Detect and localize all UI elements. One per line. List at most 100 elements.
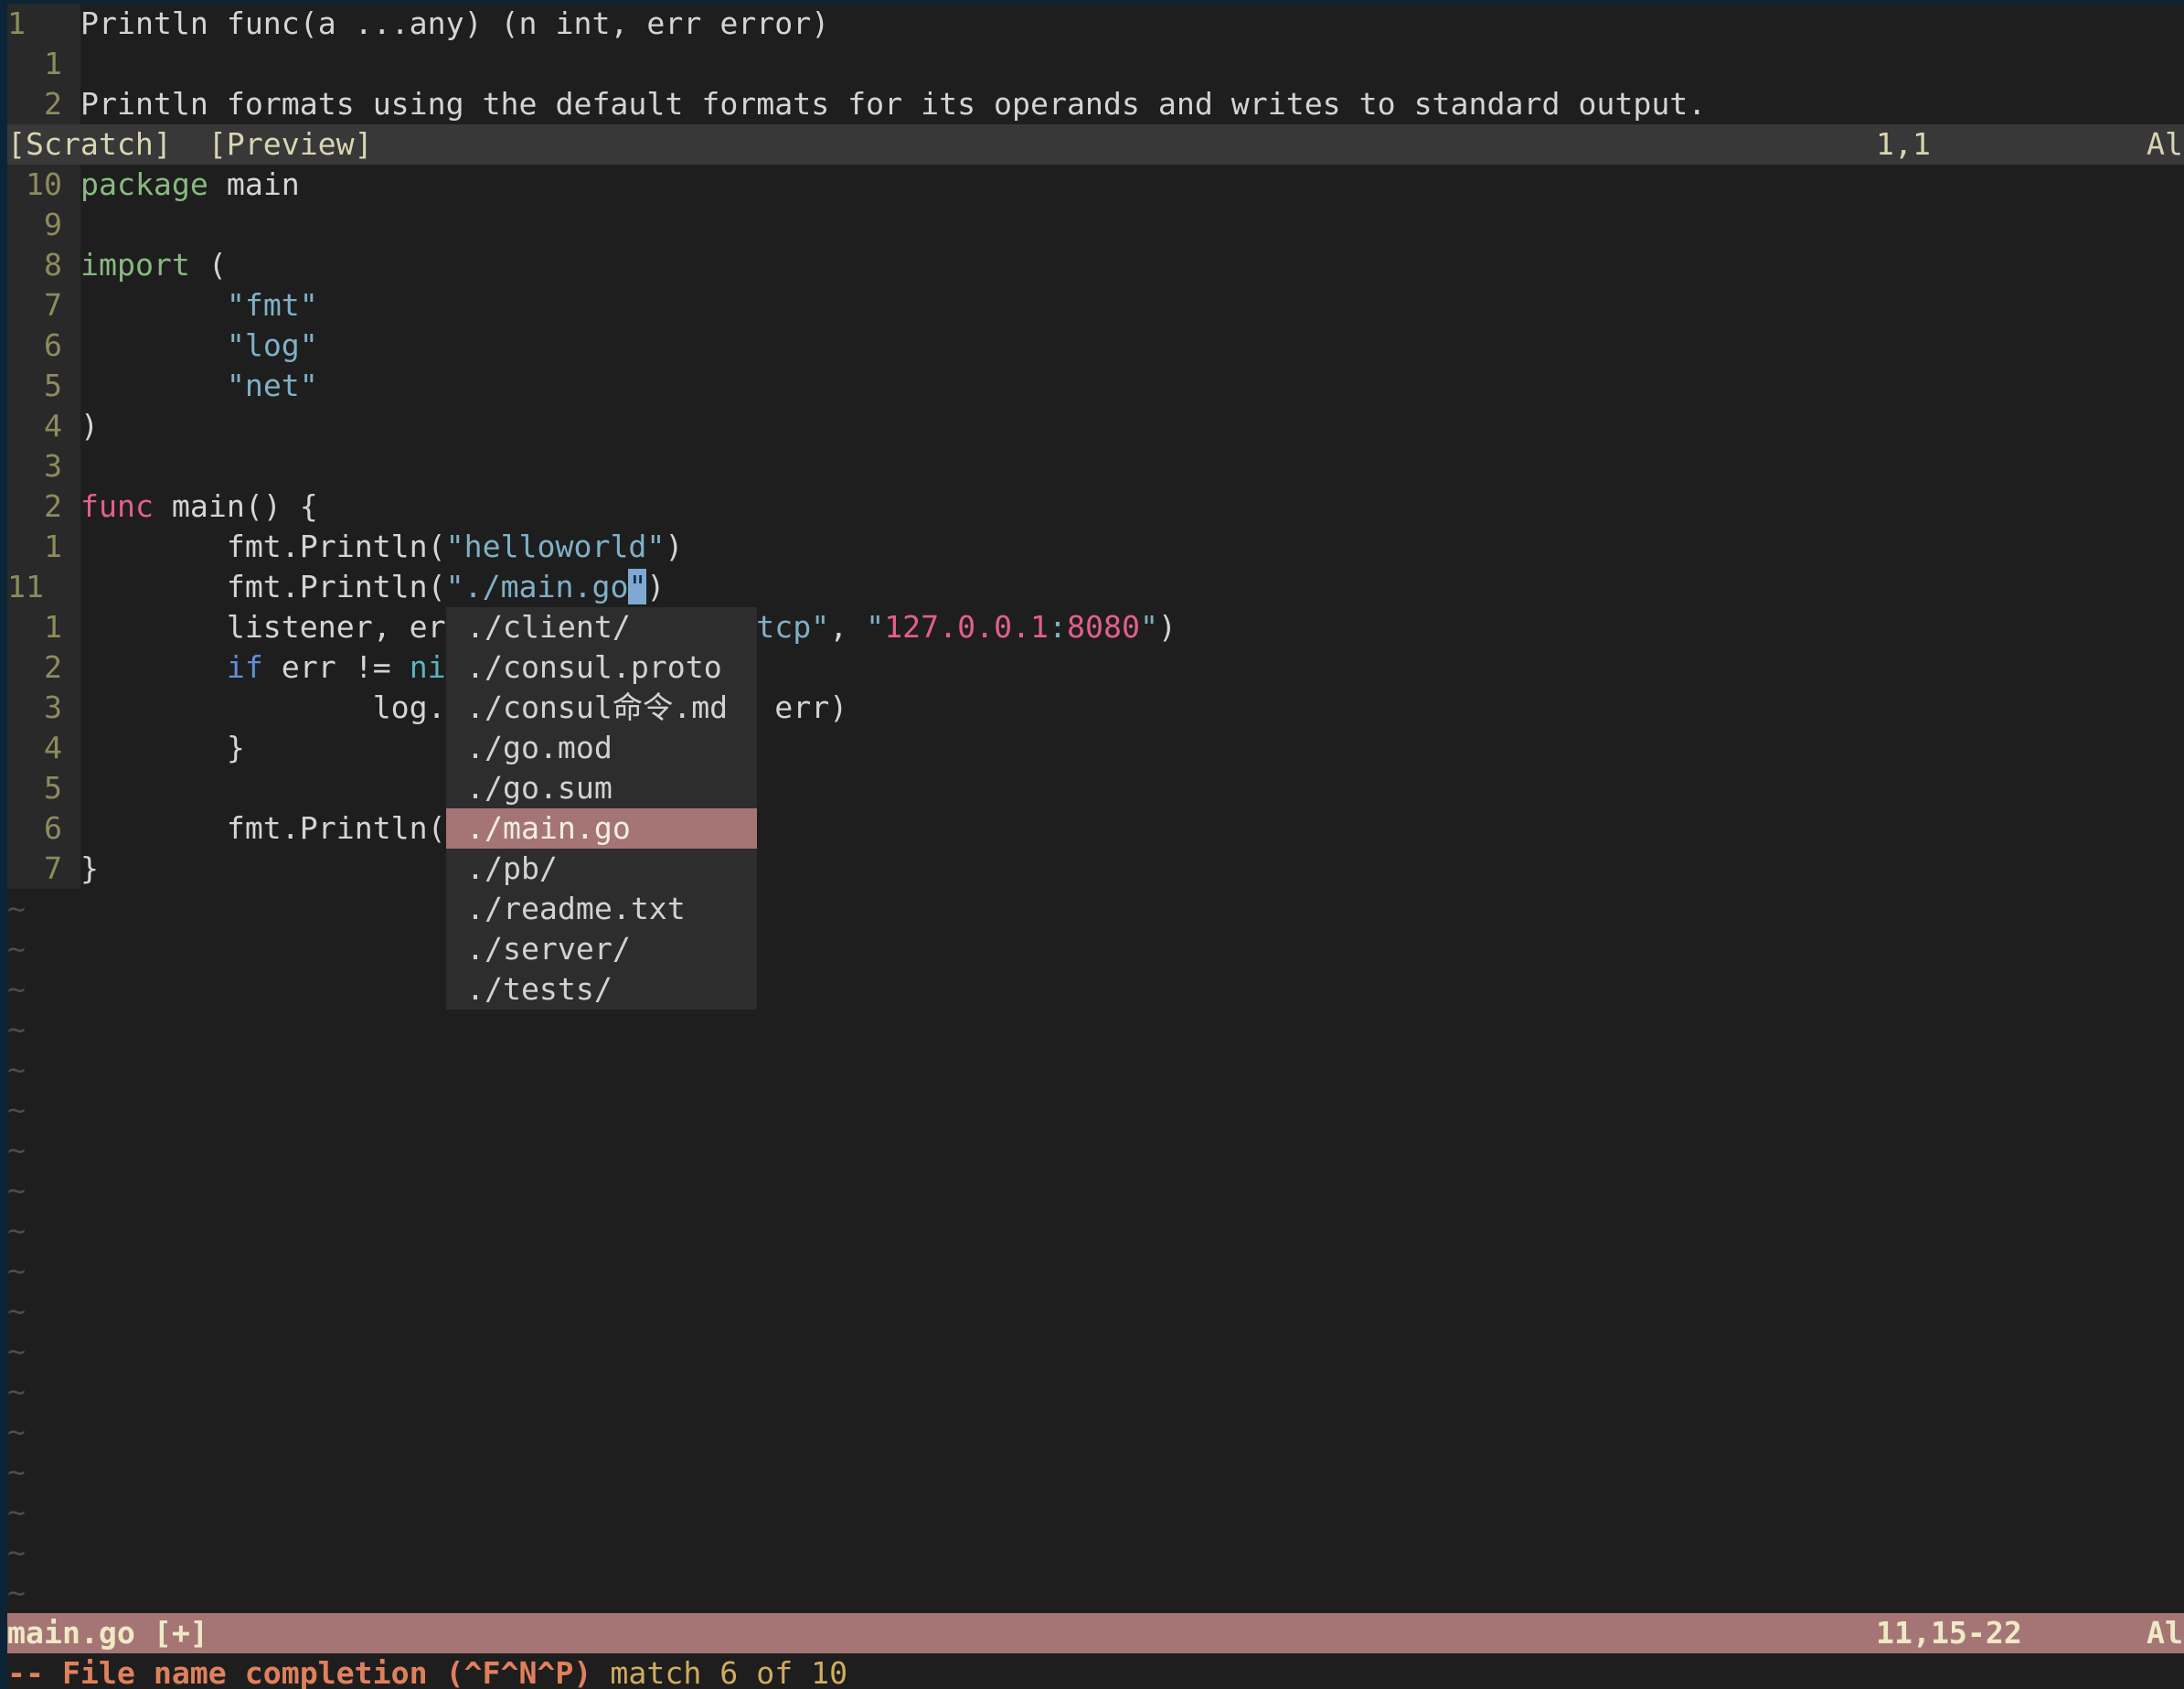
line-number: 9 bbox=[7, 205, 80, 245]
code-segment: Println func(a ...any) (n int, err error… bbox=[80, 5, 829, 41]
code-line[interactable]: 11 fmt.Println("./main.go") bbox=[7, 567, 2184, 607]
tilde-marker: ~ bbox=[7, 1213, 26, 1248]
tilde-marker: ~ bbox=[7, 931, 26, 967]
completion-item[interactable]: ./readme.txt bbox=[446, 889, 757, 929]
code-segment: 8080 bbox=[1067, 609, 1140, 645]
line-number: 5 bbox=[7, 768, 80, 808]
empty-line-tilde: ~ bbox=[7, 1010, 2184, 1050]
line-number: 4 bbox=[7, 728, 80, 768]
code-line[interactable]: 7 "fmt" bbox=[7, 285, 2184, 326]
code-segment: Println formats using the default format… bbox=[80, 86, 1706, 122]
code-segment: "log" bbox=[227, 327, 318, 363]
tilde-marker: ~ bbox=[7, 1454, 26, 1490]
line-number: 2 bbox=[7, 486, 80, 527]
code-line[interactable]: 9 bbox=[7, 205, 2184, 245]
tilde-marker: ~ bbox=[7, 1374, 26, 1409]
completion-item[interactable]: ./go.sum bbox=[446, 768, 757, 808]
code-line[interactable]: 5 "net" bbox=[7, 366, 2184, 406]
completion-item-selected[interactable]: ./main.go bbox=[446, 808, 757, 849]
ruler-scroll-indicator: Al bbox=[2147, 1613, 2183, 1653]
line-number: 6 bbox=[7, 326, 80, 366]
completion-item[interactable]: ./consul.proto bbox=[446, 647, 757, 688]
code-segment: err) bbox=[774, 689, 847, 725]
code-line[interactable]: 3 log. err) bbox=[7, 688, 2184, 728]
tilde-marker: ~ bbox=[7, 1172, 26, 1208]
code-line[interactable]: 4 ) bbox=[7, 406, 2184, 446]
empty-line-tilde: ~ bbox=[7, 1171, 2184, 1211]
completion-item[interactable]: ./tests/ bbox=[446, 969, 757, 1010]
completion-item[interactable]: ./client/ bbox=[446, 607, 757, 647]
code-segment: " bbox=[866, 609, 884, 645]
completion-item[interactable]: ./server/ bbox=[446, 929, 757, 969]
tilde-marker: ~ bbox=[7, 891, 26, 926]
tilde-marker: ~ bbox=[7, 1494, 26, 1530]
code-line[interactable]: 4 } bbox=[7, 728, 2184, 768]
code-line[interactable]: 6 "log" bbox=[7, 326, 2184, 366]
code-line[interactable]: 6 fmt.Println( bbox=[7, 808, 2184, 849]
line-number: 8 bbox=[7, 245, 80, 285]
empty-line-tilde: ~ bbox=[7, 1211, 2184, 1251]
tilde-marker: ~ bbox=[7, 1092, 26, 1128]
empty-line-tilde: ~ bbox=[7, 1251, 2184, 1291]
empty-line-tilde: ~ bbox=[7, 1533, 2184, 1573]
code-segment: main() { bbox=[154, 488, 318, 524]
ruler-scroll-indicator: Al bbox=[2147, 124, 2183, 165]
code-segment bbox=[80, 368, 227, 403]
code-segment: if bbox=[227, 649, 263, 685]
code-line[interactable]: 2 if err != nil { bbox=[7, 647, 2184, 688]
code-line[interactable]: 8 import ( bbox=[7, 245, 2184, 285]
line-number: 2 bbox=[7, 84, 80, 124]
code-line[interactable]: 3 bbox=[7, 446, 2184, 486]
empty-line-tilde: ~ bbox=[7, 1050, 2184, 1090]
editor-rows: 1 Println func(a ...any) (n int, err err… bbox=[7, 4, 2184, 1689]
code-segment: ) bbox=[646, 569, 665, 604]
code-line[interactable]: 7 } bbox=[7, 849, 2184, 889]
tilde-marker: ~ bbox=[7, 971, 26, 1007]
code-line[interactable]: 1 fmt.Println("helloworld") bbox=[7, 527, 2184, 567]
completion-item[interactable]: ./go.mod bbox=[446, 728, 757, 768]
code-segment: "helloworld" bbox=[446, 529, 666, 564]
tilde-marker: ~ bbox=[7, 1333, 26, 1369]
line-number: 1 bbox=[7, 527, 80, 567]
code-segment: "net" bbox=[227, 368, 318, 403]
code-line[interactable]: 1 listener, er tcp", "127.0.0.1:8080") bbox=[7, 607, 2184, 647]
code-line[interactable]: 10 package main bbox=[7, 165, 2184, 205]
code-line[interactable]: 1 bbox=[7, 44, 2184, 84]
cursor-block: " bbox=[628, 569, 646, 604]
empty-line-tilde: ~ bbox=[7, 1291, 2184, 1331]
code-segment: err != bbox=[263, 649, 410, 685]
code-line[interactable]: 5 bbox=[7, 768, 2184, 808]
code-segment: } bbox=[80, 850, 99, 886]
code-segment: : bbox=[1049, 609, 1067, 645]
code-segment: ) bbox=[80, 408, 99, 444]
empty-line-tilde: ~ bbox=[7, 1130, 2184, 1171]
code-segment: 127.0.0.1 bbox=[884, 609, 1049, 645]
line-number: 7 bbox=[7, 849, 80, 889]
vim-terminal[interactable]: 1 Println func(a ...any) (n int, err err… bbox=[0, 0, 2184, 1689]
code-segment: fmt.Println( bbox=[80, 529, 446, 564]
tilde-marker: ~ bbox=[7, 1253, 26, 1288]
line-number: 3 bbox=[7, 688, 80, 728]
line-number: 6 bbox=[7, 808, 80, 849]
empty-line-tilde: ~ bbox=[7, 1573, 2184, 1613]
empty-line-tilde: ~ bbox=[7, 1090, 2184, 1130]
empty-line-tilde: ~ bbox=[7, 889, 2184, 929]
completion-item[interactable]: ./pb/ bbox=[446, 849, 757, 889]
line-number: 1 bbox=[7, 607, 80, 647]
completion-match-count: match 6 of 10 bbox=[610, 1655, 847, 1689]
code-segment: func bbox=[80, 488, 154, 524]
code-line[interactable]: 2 Println formats using the default form… bbox=[7, 84, 2184, 124]
code-line[interactable]: 2 func main() { bbox=[7, 486, 2184, 527]
code-segment: "fmt" bbox=[227, 287, 318, 323]
statusline-filename: main.go [+] bbox=[7, 1615, 208, 1651]
tilde-marker: ~ bbox=[7, 1132, 26, 1168]
code-segment bbox=[80, 649, 227, 685]
empty-line-tilde: ~ bbox=[7, 929, 2184, 969]
code-line[interactable]: 1 Println func(a ...any) (n int, err err… bbox=[7, 4, 2184, 44]
completion-popup[interactable]: ./client/./consul.proto./consul命令.md./go… bbox=[446, 607, 757, 1010]
completion-mode-message: -- File name completion (^F^N^P) bbox=[7, 1655, 591, 1689]
line-number: 7 bbox=[7, 285, 80, 326]
completion-item[interactable]: ./consul命令.md bbox=[446, 688, 757, 728]
code-segment: fmt.Println( bbox=[80, 810, 446, 846]
ruler-cursor-position: 1,1 bbox=[1876, 124, 1931, 165]
